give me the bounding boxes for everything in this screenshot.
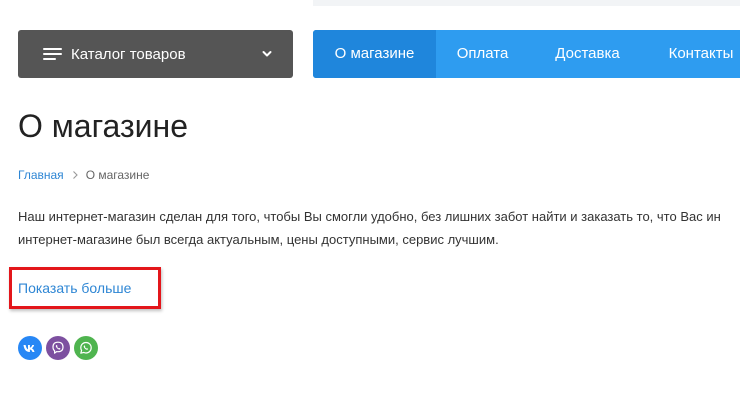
nav-item-contacts[interactable]: Контакты bbox=[646, 30, 740, 78]
breadcrumb: Главная О магазине bbox=[18, 166, 149, 184]
nav-item-payment[interactable]: Оплата bbox=[436, 30, 529, 78]
vk-share-button[interactable] bbox=[18, 336, 42, 360]
catalog-button[interactable]: Каталог товаров bbox=[18, 30, 293, 78]
viber-icon bbox=[52, 341, 64, 354]
main-nav: О магазине Оплата Доставка Контакты bbox=[313, 30, 740, 78]
description-line-1: Наш интернет-магазин сделан для того, чт… bbox=[18, 209, 721, 224]
top-strip bbox=[313, 0, 740, 6]
nav-item-delivery[interactable]: Доставка bbox=[529, 30, 646, 78]
breadcrumb-current: О магазине bbox=[85, 168, 150, 182]
show-more-link[interactable]: Показать больше bbox=[18, 279, 131, 297]
menu-icon bbox=[43, 47, 62, 61]
store-description: Наш интернет-магазин сделан для того, чт… bbox=[18, 205, 740, 251]
chevron-right-icon bbox=[72, 171, 78, 179]
page-title: О магазине bbox=[18, 108, 188, 144]
description-line-2: интернет-магазине был всегда актуальным,… bbox=[18, 232, 499, 247]
whatsapp-icon bbox=[80, 341, 92, 354]
catalog-label: Каталог товаров bbox=[71, 45, 186, 63]
social-share bbox=[18, 336, 98, 360]
viber-share-button[interactable] bbox=[46, 336, 70, 360]
whatsapp-share-button[interactable] bbox=[74, 336, 98, 360]
nav-item-about[interactable]: О магазине bbox=[313, 30, 436, 78]
breadcrumb-home-link[interactable]: Главная bbox=[18, 166, 64, 184]
vk-icon bbox=[23, 344, 35, 352]
page: Каталог товаров О магазине Оплата Достав… bbox=[0, 0, 740, 396]
chevron-down-icon bbox=[262, 51, 272, 57]
